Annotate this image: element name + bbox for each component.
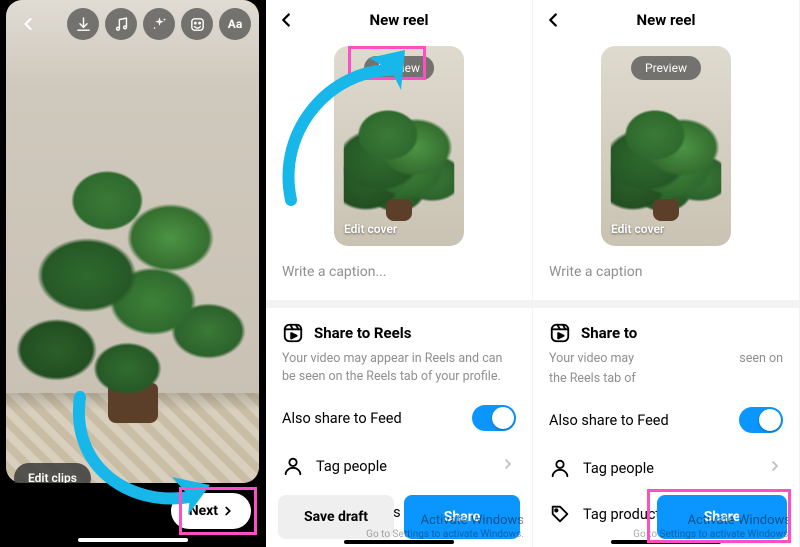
editor-toolbar: Aa [14, 8, 251, 40]
next-label: Next [189, 503, 218, 519]
share-section-title: Share to [581, 324, 637, 342]
home-indicator [344, 540, 454, 544]
reels-icon [282, 322, 304, 344]
also-share-label: Also share to Feed [549, 412, 669, 429]
user-icon [549, 457, 571, 479]
caption-input[interactable]: Write a caption... [266, 246, 532, 300]
sticker-icon[interactable] [181, 8, 213, 40]
thumb-pot [653, 199, 679, 221]
page-title: New reel [370, 11, 429, 29]
share-section: Share to Reels Your video may appear in … [266, 308, 532, 393]
tag-people-row[interactable]: Tag people [266, 443, 532, 489]
share-button[interactable]: Share [404, 495, 520, 539]
back-icon[interactable] [14, 10, 42, 38]
home-indicator [611, 540, 721, 544]
save-draft-button[interactable]: Save draft [278, 495, 394, 539]
page-title: New reel [637, 11, 696, 29]
user-icon [282, 455, 304, 477]
also-share-toggle[interactable] [739, 407, 783, 433]
chevron-right-icon [767, 458, 783, 478]
edit-cover-button[interactable]: Edit cover [344, 222, 397, 236]
video-preview[interactable]: Aa [6, 0, 259, 483]
share-section-title: Share to Reels [314, 324, 411, 342]
section-divider [533, 300, 799, 308]
tag-people-row[interactable]: Tag people [533, 445, 799, 491]
music-icon[interactable] [105, 8, 137, 40]
bottom-bar: Save draft Share [266, 495, 532, 539]
share-button[interactable]: Share [657, 495, 787, 539]
header: New reel [266, 0, 532, 40]
also-share-row: Also share to Feed [266, 393, 532, 443]
reel-thumbnail[interactable]: Preview Edit cover [601, 46, 731, 246]
share-section-desc: Your video may seen on [549, 350, 783, 368]
section-divider [266, 300, 532, 308]
also-share-label: Also share to Feed [282, 410, 402, 427]
bottom-bar: Share [533, 495, 799, 539]
new-reel-screen-b: New reel Preview Edit cover Write a capt… [533, 0, 800, 547]
reels-icon [549, 322, 571, 344]
thumb-pot [386, 199, 412, 221]
chevron-right-icon [500, 456, 516, 476]
tag-people-label: Tag people [316, 458, 387, 475]
also-share-row: Also share to Feed [533, 395, 799, 445]
also-share-toggle[interactable] [472, 405, 516, 431]
sparkle-icon[interactable] [143, 8, 175, 40]
next-button[interactable]: Next [171, 493, 251, 529]
preview-button[interactable]: Preview [631, 56, 701, 80]
download-icon[interactable] [67, 8, 99, 40]
share-section: Share to Your video may seen on the Reel… [533, 308, 799, 395]
text-icon[interactable]: Aa [219, 8, 251, 40]
preview-button[interactable]: Preview [364, 56, 434, 80]
editor-screen: Aa Edit clips Next [0, 0, 266, 547]
thumb-plant [611, 92, 722, 215]
edit-cover-button[interactable]: Edit cover [611, 222, 664, 236]
share-section-desc-2: the Reels tab of [549, 370, 783, 388]
back-icon[interactable] [539, 6, 567, 34]
header: New reel [533, 0, 799, 40]
new-reel-screen: New reel Preview Edit cover Write a capt… [266, 0, 533, 547]
thumb-plant [344, 92, 455, 215]
chevron-right-icon [221, 504, 235, 518]
share-section-desc: Your video may appear in Reels and can b… [282, 350, 516, 385]
editor-bottom-bar: Next [0, 483, 265, 547]
home-indicator [78, 538, 188, 542]
plant-leaves [6, 70, 259, 443]
back-icon[interactable] [272, 6, 300, 34]
reel-thumbnail[interactable]: Preview Edit cover [334, 46, 464, 246]
caption-input[interactable]: Write a caption [533, 246, 799, 300]
tag-people-label: Tag people [583, 460, 654, 477]
